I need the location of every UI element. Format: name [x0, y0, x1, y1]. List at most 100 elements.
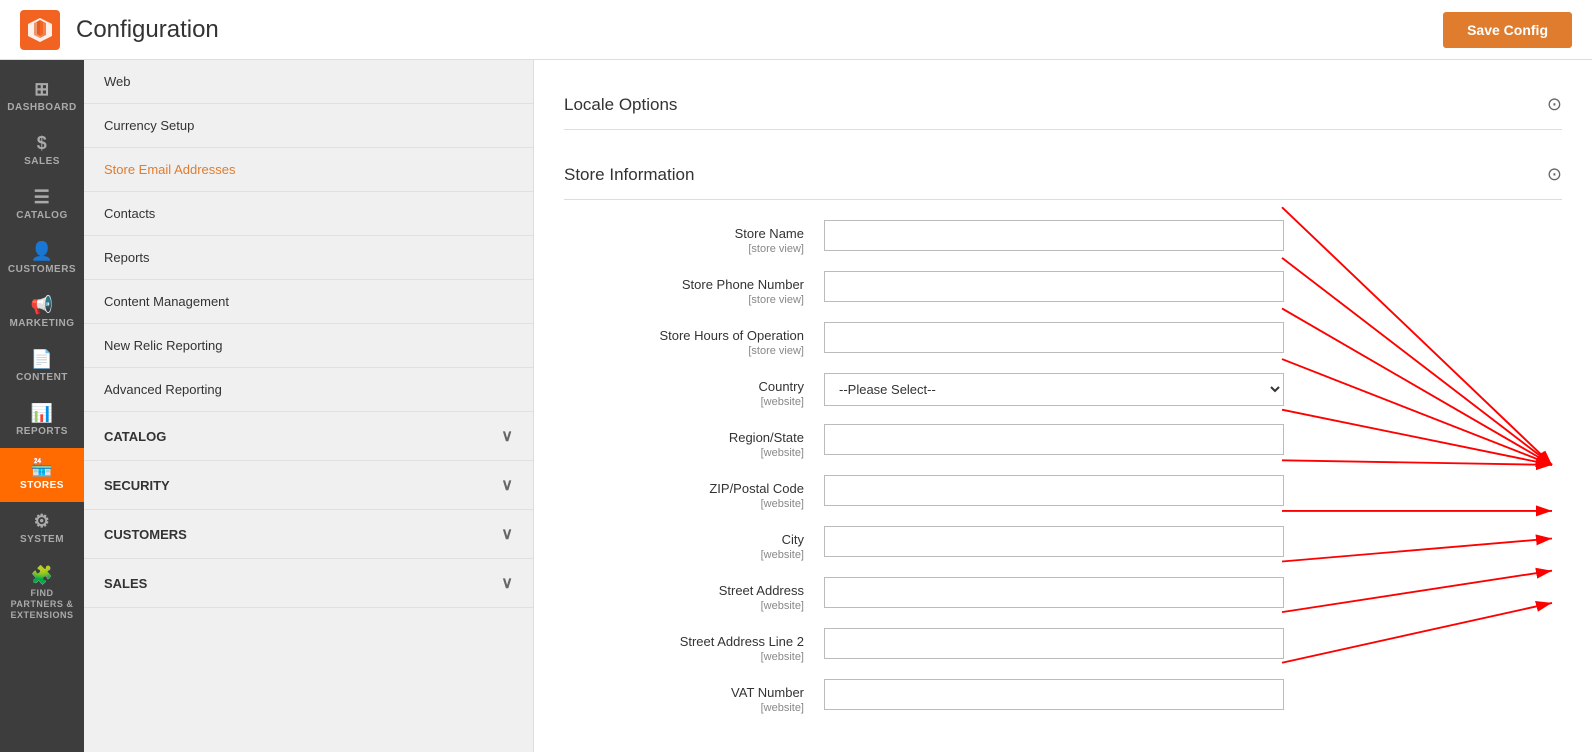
street2-label-group: Street Address Line 2 [website] [564, 628, 824, 663]
magento-logo [20, 10, 60, 50]
chevron-down-icon: ∨ [501, 475, 513, 495]
sidebar-item-label: DASHBOARD [7, 102, 77, 114]
content-sidebar: Web Currency Setup Store Email Addresses… [84, 60, 534, 752]
form-row-vat: VAT Number [website] [564, 679, 1562, 714]
zip-input[interactable] [824, 475, 1284, 506]
store-name-label-group: Store Name [store view] [564, 220, 824, 255]
form-row-store-name: Store Name [store view] [564, 220, 1562, 255]
vat-scope: [website] [564, 702, 804, 714]
dashboard-icon: ⊞ [34, 80, 50, 98]
sidebar-item-find-partners[interactable]: 🧩 FIND PARTNERS & EXTENSIONS [0, 556, 84, 630]
sidebar-menu-item-reports[interactable]: Reports [84, 236, 533, 280]
sidebar-item-dashboard[interactable]: ⊞ DASHBOARD [0, 70, 84, 124]
form-row-store-phone: Store Phone Number [store view] [564, 271, 1562, 306]
sidebar-menu-item-store-email[interactable]: Store Email Addresses [84, 148, 533, 192]
sidebar-item-customers[interactable]: 👤 CUSTOMERS [0, 232, 84, 286]
sidebar-menu-item-new-relic[interactable]: New Relic Reporting [84, 324, 533, 368]
zip-scope: [website] [564, 498, 804, 510]
top-header: Configuration Save Config [0, 0, 1592, 60]
street-label: Street Address [564, 583, 804, 598]
vat-field [824, 679, 1284, 710]
sidebar-item-stores[interactable]: 🏪 STORES [0, 448, 84, 502]
region-input[interactable] [824, 424, 1284, 455]
zip-label: ZIP/Postal Code [564, 481, 804, 496]
store-phone-input[interactable] [824, 271, 1284, 302]
country-select[interactable]: --Please Select-- [824, 373, 1284, 406]
sidebar-item-content[interactable]: 📄 CONTENT [0, 340, 84, 394]
vat-label: VAT Number [564, 685, 804, 700]
system-icon: ⚙ [34, 512, 51, 530]
save-config-button[interactable]: Save Config [1443, 12, 1572, 48]
sidebar-item-label: CUSTOMERS [8, 264, 76, 276]
store-name-input[interactable] [824, 220, 1284, 251]
sidebar-section-customers[interactable]: CUSTOMERS ∨ [84, 510, 533, 559]
sidebar-item-sales[interactable]: $ SALES [0, 124, 84, 178]
sidebar-menu-list: Web Currency Setup Store Email Addresses… [84, 60, 533, 412]
sidebar-menu-item-advanced-reporting[interactable]: Advanced Reporting [84, 368, 533, 412]
sidebar-item-system[interactable]: ⚙ SYSTEM [0, 502, 84, 556]
partners-icon: 🧩 [31, 566, 54, 584]
region-field [824, 424, 1284, 455]
street2-scope: [website] [564, 651, 804, 663]
store-info-toggle[interactable]: ⊙ [1547, 164, 1562, 185]
city-field [824, 526, 1284, 557]
sidebar-menu-item-content-mgmt[interactable]: Content Management [84, 280, 533, 324]
city-label-group: City [website] [564, 526, 824, 561]
store-hours-field [824, 322, 1284, 353]
street-field [824, 577, 1284, 608]
vat-input[interactable] [824, 679, 1284, 710]
street2-label: Street Address Line 2 [564, 634, 804, 649]
zip-field [824, 475, 1284, 506]
store-info-title: Store Information [564, 165, 694, 185]
country-field: --Please Select-- [824, 373, 1284, 406]
sidebar-section-catalog[interactable]: CATALOG ∨ [84, 412, 533, 461]
street2-input[interactable] [824, 628, 1284, 659]
country-scope: [website] [564, 396, 804, 408]
street-label-group: Street Address [website] [564, 577, 824, 612]
locale-options-header: Locale Options ⊙ [564, 80, 1562, 130]
page-title: Configuration [76, 16, 219, 44]
chevron-down-icon: ∨ [501, 573, 513, 593]
store-info-header: Store Information ⊙ [564, 150, 1562, 200]
form-row-country: Country [website] --Please Select-- [564, 373, 1562, 408]
form-row-street2: Street Address Line 2 [website] [564, 628, 1562, 663]
sidebar-item-label: CONTENT [16, 372, 68, 384]
sidebar-section-sales[interactable]: SALES ∨ [84, 559, 533, 608]
locale-options-toggle[interactable]: ⊙ [1547, 94, 1562, 115]
main-layout: ⊞ DASHBOARD $ SALES ☰ CATALOG 👤 CUSTOMER… [0, 60, 1592, 752]
store-phone-scope: [store view] [564, 294, 804, 306]
region-scope: [website] [564, 447, 804, 459]
city-input[interactable] [824, 526, 1284, 557]
sidebar-menu-item-currency[interactable]: Currency Setup [84, 104, 533, 148]
chevron-down-icon: ∨ [501, 524, 513, 544]
reports-icon: 📊 [31, 404, 54, 422]
region-label-group: Region/State [website] [564, 424, 824, 459]
form-row-street: Street Address [website] [564, 577, 1562, 612]
catalog-icon: ☰ [34, 188, 51, 206]
street-input[interactable] [824, 577, 1284, 608]
sidebar-item-label: REPORTS [16, 426, 68, 438]
form-row-store-hours: Store Hours of Operation [store view] [564, 322, 1562, 357]
main-content-wrapper: Locale Options ⊙ Store Information ⊙ Sto… [534, 60, 1592, 752]
street-scope: [website] [564, 600, 804, 612]
store-name-label: Store Name [564, 226, 804, 241]
sidebar-menu-item-contacts[interactable]: Contacts [84, 192, 533, 236]
store-hours-label-group: Store Hours of Operation [store view] [564, 322, 824, 357]
region-label: Region/State [564, 430, 804, 445]
form-row-zip: ZIP/Postal Code [website] [564, 475, 1562, 510]
form-row-region: Region/State [website] [564, 424, 1562, 459]
sidebar-item-label: CATALOG [16, 210, 67, 222]
sidebar-item-label: SYSTEM [20, 534, 64, 546]
sidebar-item-catalog[interactable]: ☰ CATALOG [0, 178, 84, 232]
store-information-section: Store Information ⊙ Store Name [store vi… [564, 150, 1562, 714]
sidebar-item-reports[interactable]: 📊 REPORTS [0, 394, 84, 448]
sidebar-item-marketing[interactable]: 📢 MARKETING [0, 286, 84, 340]
store-hours-input[interactable] [824, 322, 1284, 353]
customers-icon: 👤 [31, 242, 54, 260]
sidebar-menu-item-web[interactable]: Web [84, 60, 533, 104]
marketing-icon: 📢 [31, 296, 54, 314]
country-label: Country [564, 379, 804, 394]
sidebar-section-security[interactable]: SECURITY ∨ [84, 461, 533, 510]
sidebar-item-label: SALES [24, 156, 60, 168]
content-icon: 📄 [31, 350, 54, 368]
